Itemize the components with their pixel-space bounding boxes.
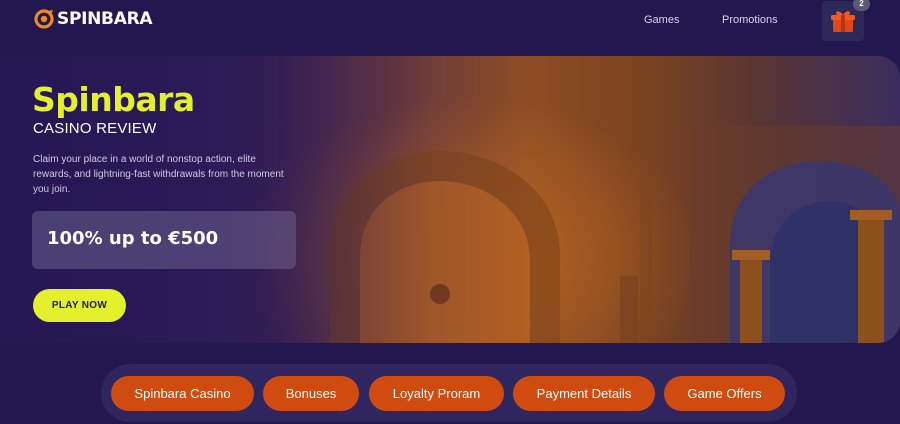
tab-bonuses[interactable]: Bonuses bbox=[263, 376, 359, 411]
play-now-button[interactable]: PLAY NOW bbox=[33, 289, 126, 322]
nav-link-games[interactable]: Games bbox=[644, 14, 679, 26]
tab-payment-details[interactable]: Payment Details bbox=[513, 376, 655, 411]
tab-spinbara-casino[interactable]: Spinbara Casino bbox=[111, 376, 254, 411]
bonus-offer-text: 100% up to €500 bbox=[47, 228, 219, 249]
hero-title: Spinbara bbox=[32, 80, 195, 119]
hero-subtitle: CASINO REVIEW bbox=[33, 120, 157, 137]
logo-coin-icon bbox=[34, 9, 54, 29]
logo-text: SPINBARA bbox=[57, 9, 153, 29]
logo[interactable]: SPINBARA bbox=[34, 9, 153, 29]
gift-count-badge: 2 bbox=[853, 0, 870, 11]
tab-loyalty-program[interactable]: Loyalty Proram bbox=[369, 376, 504, 411]
gift-icon bbox=[831, 11, 855, 32]
nav-link-promotions[interactable]: Promotions bbox=[722, 14, 778, 26]
hero-banner: Spinbara CASINO REVIEW Claim your place … bbox=[0, 56, 900, 343]
section-tab-bar: Spinbara Casino Bonuses Loyalty Proram P… bbox=[101, 364, 797, 422]
page: SPINBARA Games Promotions 2 Spinbara CAS… bbox=[0, 0, 900, 424]
tab-game-offers[interactable]: Game Offers bbox=[664, 376, 785, 411]
bonus-offer-card: 100% up to €500 bbox=[32, 211, 296, 269]
hero-description: Claim your place in a world of nonstop a… bbox=[33, 154, 284, 195]
top-header: SPINBARA Games Promotions 2 bbox=[0, 0, 900, 46]
